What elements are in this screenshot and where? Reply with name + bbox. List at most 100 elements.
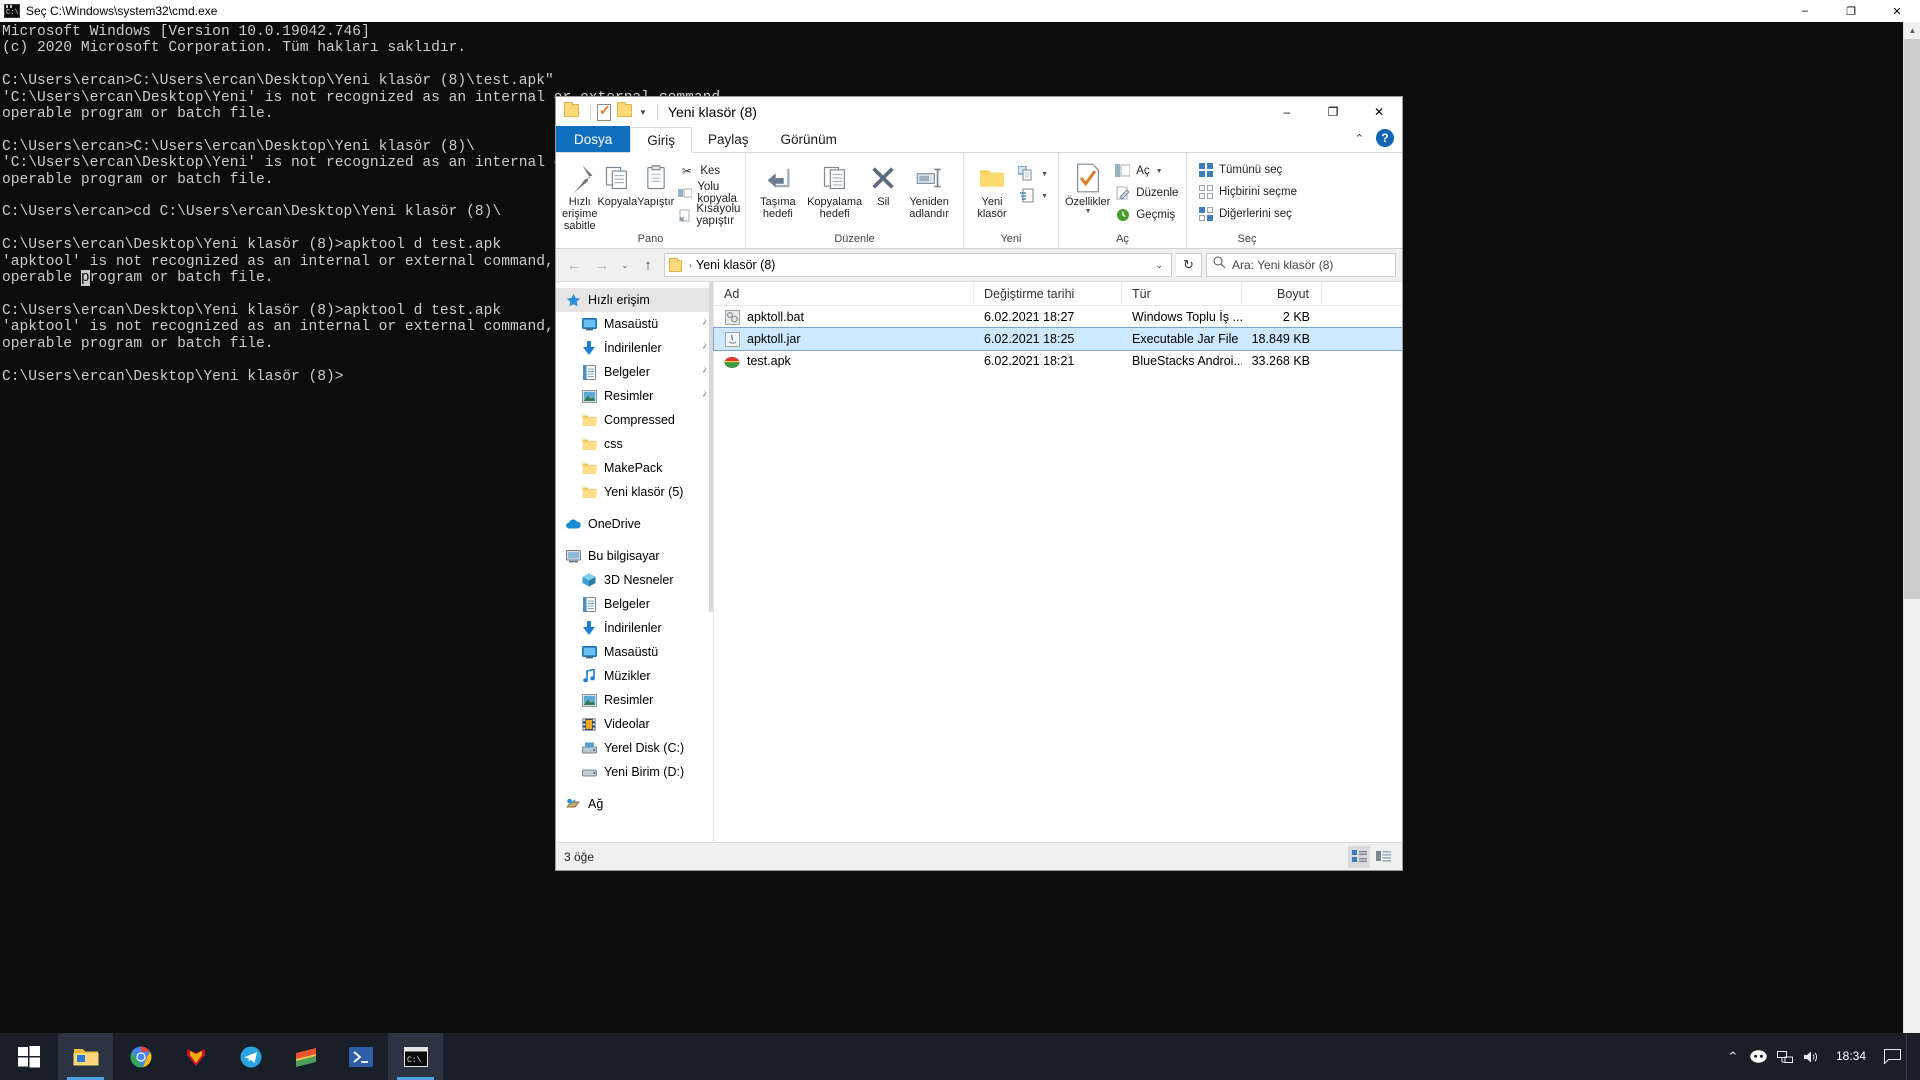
tray-discord-icon[interactable]: [1746, 1033, 1772, 1080]
file-name-cell[interactable]: test.apk: [714, 353, 974, 369]
forward-button[interactable]: →: [590, 253, 614, 277]
chevron-down-icon-open[interactable]: ▼: [1156, 168, 1163, 175]
chevron-down-icon-props[interactable]: ▼: [1085, 208, 1092, 215]
tab-dosya[interactable]: Dosya: [556, 126, 631, 152]
back-button[interactable]: ←: [562, 253, 586, 277]
cut-button[interactable]: ✂ Kes: [674, 160, 748, 182]
column-header-size[interactable]: Boyut: [1242, 282, 1322, 306]
collapse-ribbon-icon[interactable]: ⌃: [1355, 132, 1364, 145]
chevron-down-icon[interactable]: ▼: [639, 108, 647, 117]
refresh-button[interactable]: ↻: [1176, 253, 1202, 277]
nav-item-css[interactable]: css: [556, 432, 713, 456]
file-name-cell[interactable]: apktoll.jar: [714, 331, 974, 347]
paste-shortcut-button[interactable]: Kısayolu yapıştır: [674, 203, 748, 227]
table-row[interactable]: test.apk 6.02.2021 18:21 BlueStacks Androi…: [714, 350, 1402, 372]
nav-item-onedrive[interactable]: OneDrive: [556, 512, 713, 536]
start-button[interactable]: [0, 1033, 58, 1080]
breadcrumb[interactable]: Yeni klasör (8): [696, 258, 775, 272]
details-view-button[interactable]: [1348, 845, 1370, 868]
select-none-button[interactable]: Hiçbirini seçme: [1193, 181, 1301, 203]
copy-path-button[interactable]: Yolu kopyala: [674, 181, 748, 205]
new-folder-button[interactable]: Yeni klasör: [970, 157, 1014, 220]
nav-item-yeni-klas-r-5[interactable]: Yeni klasör (5): [556, 480, 713, 504]
move-to-button[interactable]: Taşıma hedefi: [752, 157, 804, 220]
taskbar-powershell[interactable]: [333, 1033, 388, 1080]
nav-item-masa-st[interactable]: Masaüstü: [556, 640, 713, 664]
explorer-titlebar[interactable]: ▼ Yeni klasör (8) – ❐ ✕: [556, 97, 1402, 127]
nav-item-a[interactable]: Ağ: [556, 792, 713, 816]
show-desktop-button[interactable]: [1906, 1033, 1914, 1080]
pin-icon[interactable]: [698, 390, 707, 402]
invert-selection-button[interactable]: Diğerlerini seç: [1193, 203, 1301, 225]
large-icons-view-button[interactable]: [1372, 846, 1394, 868]
nav-item-videolar[interactable]: Videolar: [556, 712, 713, 736]
properties-button[interactable]: Özellikler ▼: [1065, 157, 1110, 215]
delete-button[interactable]: Sil: [865, 157, 901, 208]
chevron-down-icon-2[interactable]: ▼: [1041, 193, 1048, 200]
easy-access-button[interactable]: ▼: [1014, 185, 1052, 207]
recent-locations-icon[interactable]: ⌄: [618, 261, 632, 270]
cmd-scrollbar[interactable]: ▲ ▼: [1903, 22, 1920, 1063]
table-row[interactable]: apktoll.jar 6.02.2021 18:25 Executable Jar…: [713, 327, 1402, 351]
select-all-button[interactable]: Tümünü seç: [1193, 159, 1301, 181]
file-name-cell[interactable]: apktoll.bat: [714, 309, 974, 325]
edit-button[interactable]: Düzenle: [1110, 182, 1182, 204]
tab-gorunum[interactable]: Görünüm: [765, 126, 853, 152]
search-input[interactable]: Ara: Yeni klasör (8): [1206, 253, 1396, 277]
properties-icon[interactable]: [597, 102, 612, 121]
nav-item-resimler[interactable]: Resimler: [556, 688, 713, 712]
taskbar-cmd[interactable]: C:\: [388, 1033, 443, 1080]
tab-giris[interactable]: Giriş: [630, 127, 693, 153]
nav-item-resimler[interactable]: Resimler: [556, 384, 713, 408]
nav-scroll-thumb[interactable]: [709, 282, 713, 612]
cmd-titlebar[interactable]: C:\ Seç C:\Windows\system32\cmd.exe – ❐ …: [0, 0, 1920, 22]
tray-network-icon[interactable]: [1772, 1033, 1798, 1080]
nav-item-i-ndirilenler[interactable]: İndirilenler: [556, 616, 713, 640]
rename-button[interactable]: Yeniden adlandır: [901, 157, 957, 220]
pin-icon[interactable]: [698, 318, 707, 330]
cmd-close-button[interactable]: ✕: [1874, 0, 1920, 22]
explorer-minimize-button[interactable]: –: [1264, 97, 1310, 127]
copy-to-button[interactable]: Kopyalama hedefi: [804, 157, 866, 220]
nav-item-makepack[interactable]: MakePack: [556, 456, 713, 480]
taskbar-chrome[interactable]: [113, 1033, 168, 1080]
new-item-button[interactable]: ▼: [1014, 163, 1052, 185]
taskbar-sublime[interactable]: [278, 1033, 333, 1080]
column-header-date[interactable]: Değiştirme tarihi: [974, 282, 1122, 306]
up-button[interactable]: ↑: [636, 253, 660, 277]
nav-item-belgeler[interactable]: Belgeler: [556, 592, 713, 616]
copy-button[interactable]: Kopyala: [597, 157, 637, 208]
tab-paylas[interactable]: Paylaş: [692, 126, 765, 152]
cmd-maximize-button[interactable]: ❐: [1828, 0, 1874, 22]
explorer-maximize-button[interactable]: ❐: [1310, 97, 1356, 127]
cmd-minimize-button[interactable]: –: [1782, 0, 1828, 22]
open-button[interactable]: Aç ▼: [1110, 160, 1182, 182]
column-header-name[interactable]: Ad: [714, 282, 974, 306]
cmd-scroll-thumb[interactable]: [1904, 39, 1920, 599]
nav-item-yeni-birim-d[interactable]: Yeni Birim (D:): [556, 760, 713, 784]
cmd-scroll-up-arrow[interactable]: ▲: [1904, 22, 1920, 39]
help-icon[interactable]: ?: [1376, 129, 1394, 147]
tray-volume-icon[interactable]: [1798, 1033, 1824, 1080]
taskbar-file-explorer[interactable]: [58, 1033, 113, 1080]
nav-item-h-zl-eri-im[interactable]: Hızlı erişim: [556, 288, 713, 312]
table-row[interactable]: apktoll.bat 6.02.2021 18:27 Windows Toplu …: [714, 306, 1402, 328]
nav-item-yerel-disk-c[interactable]: Yerel Disk (C:): [556, 736, 713, 760]
nav-pane-scrollbar[interactable]: [709, 282, 713, 842]
chevron-down-icon[interactable]: ▼: [1041, 171, 1048, 178]
nav-item-masa-st[interactable]: Masaüstü: [556, 312, 713, 336]
column-header-type[interactable]: Tür: [1122, 282, 1242, 306]
nav-item-belgeler[interactable]: Belgeler: [556, 360, 713, 384]
explorer-close-button[interactable]: ✕: [1356, 97, 1402, 127]
address-dropdown-icon[interactable]: ⌄: [1155, 260, 1167, 271]
taskbar-mcafee[interactable]: [168, 1033, 223, 1080]
nav-item-i-ndirilenler[interactable]: İndirilenler: [556, 336, 713, 360]
pin-to-quick-access-button[interactable]: Hızlı erişime sabitle: [562, 157, 597, 232]
address-bar[interactable]: › Yeni klasör (8) ⌄: [664, 253, 1172, 277]
new-folder-qat-icon[interactable]: [617, 101, 632, 121]
paste-button[interactable]: Yapıştır: [637, 157, 674, 208]
notification-center-icon[interactable]: [1878, 1033, 1906, 1080]
pin-icon[interactable]: [698, 342, 707, 354]
history-button[interactable]: Geçmiş: [1110, 204, 1182, 226]
pin-icon[interactable]: [698, 366, 707, 378]
